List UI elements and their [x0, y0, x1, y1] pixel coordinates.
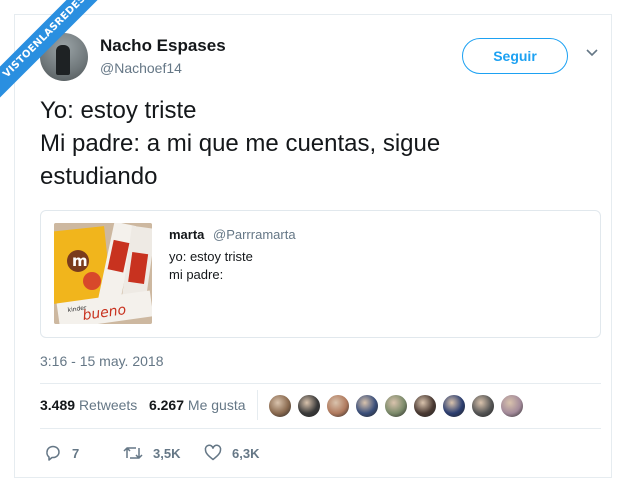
liker-avatar[interactable]: [355, 394, 379, 418]
liker-avatar[interactable]: [413, 394, 437, 418]
candy-image: m bueno kinder: [54, 223, 152, 324]
liker-avatar[interactable]: [471, 394, 495, 418]
liker-avatar[interactable]: [326, 394, 350, 418]
follow-button[interactable]: Seguir: [462, 38, 568, 74]
likes-count[interactable]: 6.267: [149, 397, 184, 413]
liker-avatar[interactable]: [500, 394, 524, 418]
tweet-line-1: Yo: estoy triste: [40, 97, 197, 124]
quoted-text-line-1: yo: estoy triste: [169, 249, 253, 264]
liker-avatar[interactable]: [384, 394, 408, 418]
retweets-count[interactable]: 3.489: [40, 397, 75, 413]
likes-label[interactable]: Me gusta: [188, 397, 246, 413]
liker-avatar[interactable]: [442, 394, 466, 418]
tweet-stats: 3.489 Retweets 6.267 Me gusta: [40, 397, 246, 413]
quoted-author-handle: @Parrramarta: [213, 227, 296, 242]
author-name[interactable]: Nacho Espases: [100, 36, 226, 56]
tweet-line-3: estudiando: [40, 163, 158, 190]
quoted-tweet[interactable]: m bueno kinder marta @Parrramarta yo: es…: [40, 210, 601, 338]
liker-avatar[interactable]: [297, 394, 321, 418]
retweets-label[interactable]: Retweets: [79, 397, 137, 413]
tweet-text: Yo: estoy triste Mi padre: a mi que me c…: [40, 94, 580, 193]
reply-button[interactable]: 7: [44, 444, 79, 462]
chevron-down-icon[interactable]: [585, 48, 599, 58]
retweet-count: 3,5K: [153, 445, 181, 461]
author-handle[interactable]: @Nachoef14: [100, 60, 182, 76]
watermark-text: VISTOENLASREDES: [0, 0, 110, 105]
like-button[interactable]: 6,3K: [204, 444, 259, 462]
quoted-author-name: marta: [169, 227, 205, 242]
tweet-actions: 7 3,5K 6,3K: [40, 444, 340, 464]
candy-m-letter: m: [72, 252, 88, 270]
stats-divider: [257, 390, 258, 420]
like-count: 6,3K: [232, 445, 260, 461]
retweet-icon: [123, 447, 143, 459]
tweet-timestamp[interactable]: 3:16 - 15 may. 2018: [40, 353, 163, 369]
tweet-line-2: Mi padre: a mi que me cuentas, sigue: [40, 130, 441, 157]
retweet-button[interactable]: 3,5K: [123, 444, 180, 462]
liker-avatars: [268, 394, 529, 418]
quoted-tweet-image[interactable]: m bueno kinder: [54, 223, 152, 324]
reply-count: 7: [72, 445, 80, 461]
quoted-text-line-2: mi padre:: [169, 267, 224, 282]
divider: [40, 383, 601, 384]
watermark-ribbon: VISTOENLASREDES: [0, 0, 110, 110]
divider: [40, 428, 601, 429]
liker-avatar[interactable]: [268, 394, 292, 418]
reply-icon: [46, 445, 60, 461]
heart-icon: [204, 444, 222, 461]
